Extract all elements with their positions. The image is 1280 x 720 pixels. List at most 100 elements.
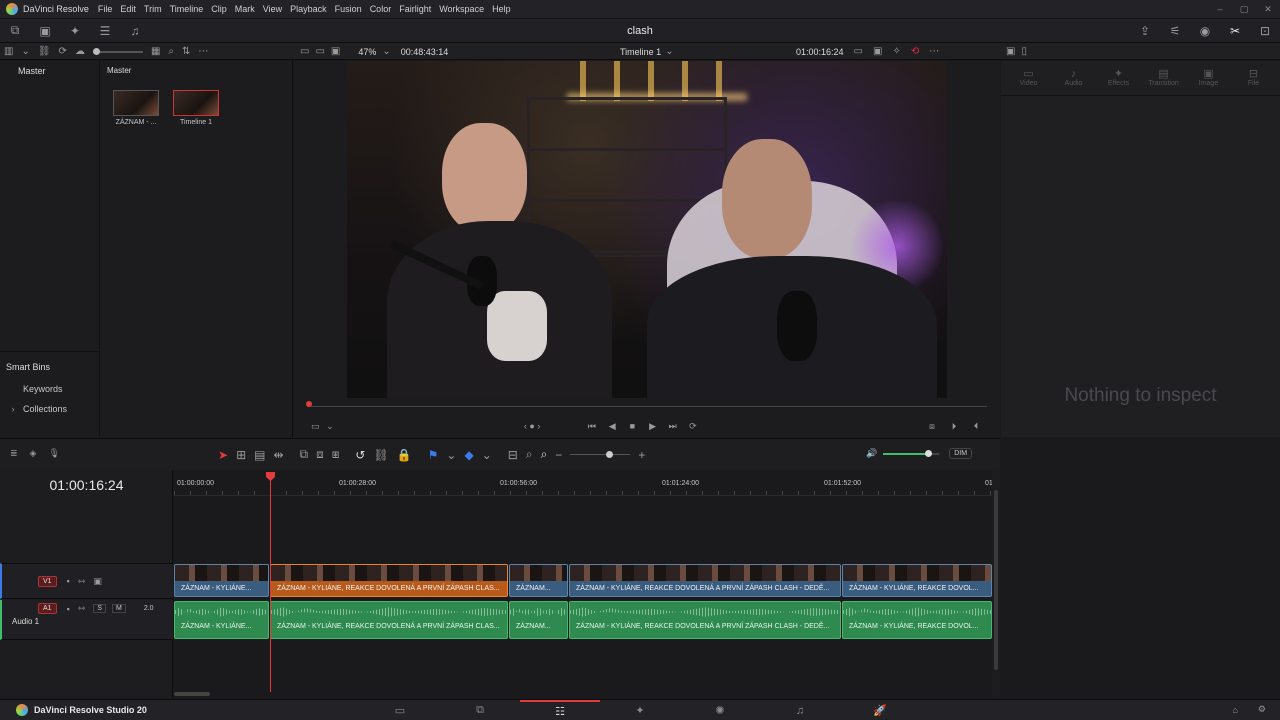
minimize-button[interactable]: – — [1208, 0, 1232, 19]
marker-chevron-icon[interactable]: ⌄ — [482, 448, 492, 462]
play-icon[interactable]: ▶ — [642, 421, 662, 432]
timeline-view-options-icon[interactable]: ≣ — [10, 448, 18, 459]
sound-library-icon[interactable]: ♫ — [120, 19, 150, 43]
timeline-ruler[interactable]: 01:00:00:00 01:00:28:00 01:00:56:00 01:0… — [174, 470, 993, 496]
crop-chevron-icon[interactable]: ⌄ — [324, 421, 337, 432]
video-clip[interactable]: ZÁZNAM - KYLIÁNE... — [174, 564, 269, 597]
clip-thumbnail-icon[interactable]: ▣ — [30, 19, 60, 43]
zoom-out-icon[interactable]: − — [555, 448, 562, 462]
track-id-v1[interactable]: V1 — [38, 575, 57, 587]
video-clip[interactable]: ZÁZNAM... — [509, 564, 568, 597]
dynamic-trim-icon[interactable]: ▤ — [254, 448, 265, 462]
settings-gear-icon[interactable]: ⚙ — [1258, 704, 1266, 715]
inspector-tab-video[interactable]: ▭ Video — [1006, 67, 1051, 87]
timeline-scrollbar[interactable] — [174, 692, 210, 696]
solo-button[interactable]: S — [93, 604, 106, 613]
play-reverse-icon[interactable]: ◀ — [602, 421, 622, 432]
page-fusion-icon[interactable]: ✦ — [600, 700, 680, 720]
viewer-size-icon[interactable]: ▭ — [854, 46, 863, 57]
menu-color[interactable]: Color — [370, 4, 392, 14]
zoom-custom-icon[interactable]: ⌕ — [541, 447, 548, 462]
master-bin[interactable]: Master — [0, 61, 99, 76]
track-lock-icon[interactable]: ▪ — [67, 576, 70, 586]
menu-fusion[interactable]: Fusion — [335, 4, 362, 14]
link-icon[interactable]: ⛓ — [38, 46, 51, 57]
prev-edit-icon[interactable]: ⏴ — [965, 421, 987, 432]
next-edit-icon[interactable]: ⏵ — [943, 421, 965, 432]
audio-track-name[interactable]: Audio 1 — [12, 617, 173, 626]
snapping-icon[interactable]: ↺ — [355, 448, 365, 462]
menu-help[interactable]: Help — [492, 4, 511, 14]
page-deliver-icon[interactable]: 🚀 — [840, 700, 920, 720]
menu-mark[interactable]: Mark — [235, 4, 255, 14]
blade-tool-icon[interactable]: ⇹ — [273, 448, 283, 462]
inspector-icon[interactable]: ✂ — [1220, 19, 1250, 43]
jog-icon[interactable]: ‹ ● › — [518, 421, 546, 431]
timeline-name[interactable]: Timeline 1 — [620, 47, 661, 57]
inspector-tab-effects[interactable]: ✦ Effects — [1096, 67, 1141, 87]
zoom-detail-icon[interactable]: ⌕ — [526, 447, 533, 462]
inspector-tab-image[interactable]: ▣ Image — [1186, 67, 1231, 87]
sync-icon[interactable]: ⟳ — [59, 46, 67, 57]
menu-timeline[interactable]: Timeline — [170, 4, 204, 14]
voiceover-icon[interactable]: 🎙 — [48, 448, 59, 459]
more-options-icon[interactable]: ⋯ — [198, 46, 208, 57]
dual-viewer-icon[interactable]: ▭ — [315, 46, 324, 57]
trim-tool-icon[interactable]: ⊞ — [236, 448, 246, 462]
bypass-icon[interactable]: ⟲ — [911, 46, 919, 57]
match-frame-icon[interactable]: ⧈ — [921, 421, 943, 432]
menu-edit[interactable]: Edit — [120, 4, 136, 14]
audio-clip[interactable]: ZÁZNAM - KYLIÁNE... — [174, 601, 269, 639]
marker-icon[interactable]: ◆ — [464, 448, 473, 462]
dim-button[interactable]: DIM — [949, 448, 973, 459]
flag-chevron-icon[interactable]: ⌄ — [446, 448, 456, 462]
skip-to-start-icon[interactable]: ⏮ — [582, 421, 602, 432]
chevron-down-icon[interactable]: ⌄ — [21, 46, 29, 57]
inspector-layout-icon[interactable]: ▣ — [1006, 46, 1015, 57]
page-fairlight-icon[interactable]: ♫ — [760, 700, 840, 720]
sort-icon[interactable]: ⇅ — [182, 46, 190, 57]
source-viewer-icon[interactable]: ▭ — [300, 46, 309, 57]
page-cut-icon[interactable]: ⧉ — [440, 700, 520, 720]
fullscreen-viewer-icon[interactable]: ⊡ — [1250, 19, 1280, 43]
inspector-split-icon[interactable]: ▯ — [1021, 46, 1027, 57]
video-clip[interactable]: ZÁZNAM - KYLIÁNE, REAKCE DOVOLENÁ A PRVN… — [569, 564, 841, 597]
viewer-playhead[interactable] — [306, 401, 312, 407]
selection-tool-icon[interactable]: ➤ — [218, 448, 228, 462]
timeline-vertical-scrollbar[interactable] — [992, 470, 1000, 698]
linked-selection-icon[interactable]: ⛓ — [373, 448, 388, 462]
single-viewer-icon[interactable]: ▣ — [331, 46, 340, 57]
video-clip[interactable]: ZÁZNAM - KYLIÁNE, REAKCE DOVOL... — [842, 564, 992, 597]
panel-layout-icon[interactable]: ▥ — [4, 46, 13, 57]
insert-clip-icon[interactable]: ⧉ — [300, 447, 309, 462]
menu-trim[interactable]: Trim — [144, 4, 162, 14]
auto-select-icon[interactable]: ⇿ — [78, 576, 86, 587]
video-frame[interactable] — [347, 61, 947, 398]
home-icon[interactable]: ⌂ — [1232, 705, 1237, 715]
metadata-icon[interactable]: ◉ — [1190, 19, 1220, 43]
timeline-chevron-icon[interactable]: ⌄ — [665, 46, 673, 57]
viewer-scrub-bar[interactable] — [306, 401, 987, 407]
page-color-icon[interactable]: ✺ — [680, 700, 760, 720]
smart-bin-collections[interactable]: Collections — [23, 404, 67, 414]
track-visible-icon[interactable]: ▣ — [93, 576, 102, 587]
export-icon[interactable]: ⇪ — [1130, 19, 1160, 43]
menu-clip[interactable]: Clip — [211, 4, 227, 14]
speaker-icon[interactable]: 🔊 — [866, 448, 877, 459]
inspector-tab-audio[interactable]: ♪ Audio — [1051, 68, 1096, 87]
viewer-options-icon[interactable]: ▣ — [873, 46, 882, 57]
ai-tools-icon[interactable]: ◈ — [30, 448, 37, 459]
media-clip[interactable]: ZÁZNAM - ... — [113, 90, 159, 126]
stop-icon[interactable]: ■ — [622, 421, 642, 431]
menu-playback[interactable]: Playback — [290, 4, 327, 14]
mute-button[interactable]: M — [111, 604, 126, 613]
effects-library-icon[interactable]: ✦ — [60, 19, 90, 43]
inspector-tab-file[interactable]: ⊟ File — [1231, 67, 1276, 87]
zoom-in-icon[interactable]: + — [638, 448, 645, 462]
mixer-icon[interactable]: ⚟ — [1160, 19, 1190, 43]
timeline-playhead[interactable] — [266, 472, 275, 692]
menu-view[interactable]: View — [263, 4, 282, 14]
page-media-icon[interactable]: ▭ — [360, 700, 440, 720]
transform-icon[interactable]: ✧ — [892, 46, 900, 57]
audio-clip[interactable]: ZÁZNAM - KYLIÁNE, REAKCE DOVOLENÁ A PRVN… — [569, 601, 841, 639]
